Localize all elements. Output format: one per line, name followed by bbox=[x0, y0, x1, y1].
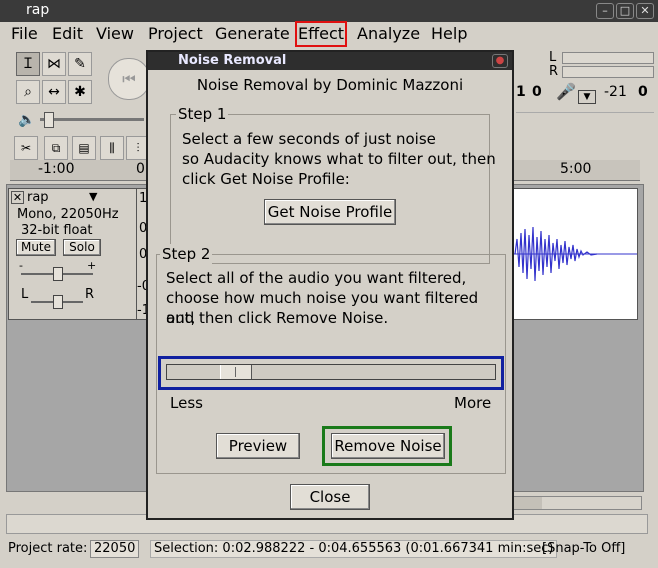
preview-button[interactable]: Preview bbox=[216, 433, 300, 459]
menu-help[interactable]: Help bbox=[431, 24, 467, 44]
step2-text-line: Select all of the audio you want filtere… bbox=[166, 269, 467, 287]
snap-status: [Snap-To Off] bbox=[542, 541, 626, 556]
pan-left-label: L bbox=[21, 287, 29, 302]
menu-bar: File Edit View Project Generate Effect A… bbox=[0, 21, 658, 47]
slider-more-label: More bbox=[454, 394, 492, 412]
close-button[interactable]: Close bbox=[290, 484, 370, 510]
step2-label: Step 2 bbox=[160, 244, 213, 264]
ruler-tick: -1:00 bbox=[38, 161, 75, 177]
zoom-tool-icon[interactable]: ⌕ bbox=[16, 80, 40, 104]
noise-removal-dialog: Noise Removal ● Noise Removal by Dominic… bbox=[146, 50, 514, 520]
close-icon[interactable]: ✕ bbox=[636, 3, 654, 19]
ruler-tick: 5:00 bbox=[560, 161, 592, 177]
slider-less-label: Less bbox=[170, 394, 203, 412]
meter-l-label: L bbox=[549, 50, 557, 65]
meter-left-value-2: 0 bbox=[532, 84, 542, 100]
track-menu-chevron-icon[interactable]: ▼ bbox=[89, 190, 97, 203]
scrollbar-thumb[interactable] bbox=[511, 497, 542, 509]
meter-toolbar: 1 0 L R 🎤 ▼ -21 0 bbox=[516, 50, 654, 110]
gain-slider-thumb[interactable] bbox=[53, 267, 63, 281]
menu-generate[interactable]: Generate bbox=[215, 24, 290, 44]
selection-tool-icon[interactable]: Ｉ bbox=[16, 52, 40, 76]
timeshift-tool-icon[interactable]: ↔ bbox=[42, 80, 66, 104]
cut-icon[interactable]: ✂ bbox=[14, 136, 38, 160]
noise-reduction-slider[interactable] bbox=[166, 364, 496, 380]
toolbar-separator bbox=[516, 112, 654, 133]
step1-label: Step 1 bbox=[176, 104, 229, 124]
gain-plus-label: + bbox=[87, 259, 97, 272]
project-rate-field[interactable]: 22050 bbox=[90, 540, 140, 558]
step1-text-line: Select a few seconds of just noise bbox=[182, 130, 436, 148]
minimize-icon[interactable]: – bbox=[596, 3, 614, 19]
menu-effect[interactable]: Effect bbox=[294, 21, 348, 47]
dialog-heading: Noise Removal by Dominic Mazzoni bbox=[196, 76, 464, 94]
maximize-icon[interactable]: □ bbox=[616, 3, 634, 19]
window-title: rap bbox=[26, 2, 50, 18]
meter-r-label: R bbox=[549, 64, 559, 79]
ruler-tick: 0 bbox=[136, 161, 145, 177]
menu-edit[interactable]: Edit bbox=[52, 24, 83, 44]
selection-status: Selection: 0:02.988222 - 0:04.655563 (0:… bbox=[150, 540, 558, 558]
solo-button[interactable]: Solo bbox=[63, 239, 101, 256]
gain-minus-label: - bbox=[19, 259, 23, 272]
window-title-bar: rap – □ ✕ bbox=[0, 0, 658, 22]
menu-view[interactable]: View bbox=[96, 24, 134, 44]
mute-button[interactable]: Mute bbox=[16, 239, 56, 256]
get-noise-profile-button[interactable]: Get Noise Profile bbox=[264, 199, 396, 225]
menu-file[interactable]: File bbox=[11, 24, 38, 44]
noise-reduction-slider-thumb[interactable] bbox=[220, 365, 252, 379]
multi-tool-icon[interactable]: ✱ bbox=[68, 80, 92, 104]
track-info-format: Mono, 22050Hz bbox=[17, 207, 119, 222]
step1-text-line: so Audacity knows what to filter out, th… bbox=[182, 150, 496, 168]
meter-r-bar bbox=[562, 66, 654, 78]
meter-left-value: 1 bbox=[516, 84, 526, 100]
slider-grip bbox=[235, 367, 236, 377]
waveform[interactable] bbox=[500, 188, 638, 320]
play-volume-slider[interactable] bbox=[40, 118, 144, 121]
meter-right-value-2: 0 bbox=[638, 84, 648, 100]
waveform-graphic bbox=[501, 226, 637, 282]
step2-text-line: and then click Remove Noise. bbox=[166, 309, 389, 327]
track-control-panel: ✕ rap ▼ Mono, 22050Hz 32-bit float Mute … bbox=[8, 188, 138, 320]
play-volume-thumb[interactable] bbox=[44, 112, 54, 128]
track-close-icon[interactable]: ✕ bbox=[11, 191, 24, 204]
remove-noise-button[interactable]: Remove Noise bbox=[331, 433, 445, 459]
pan-right-label: R bbox=[85, 287, 95, 302]
status-bar: Project rate: 22050 Selection: 0:02.9882… bbox=[0, 536, 658, 568]
chevron-down-icon[interactable]: ▼ bbox=[578, 90, 596, 104]
dialog-title: Noise Removal bbox=[178, 53, 287, 68]
menu-project[interactable]: Project bbox=[148, 24, 203, 44]
microphone-icon[interactable]: 🎤 bbox=[556, 82, 576, 101]
project-rate-label: Project rate: bbox=[8, 541, 88, 556]
menu-analyze[interactable]: Analyze bbox=[357, 24, 420, 44]
track-info-bitdepth: 32-bit float bbox=[21, 223, 93, 238]
dialog-close-icon[interactable]: ● bbox=[492, 54, 508, 68]
dialog-title-bar: Noise Removal ● bbox=[148, 52, 512, 70]
volume-icon: 🔈 bbox=[18, 112, 36, 128]
meter-right-value: -21 bbox=[604, 84, 627, 100]
draw-tool-icon[interactable]: ✎ bbox=[68, 52, 92, 76]
skip-start-icon[interactable]: ⏮ bbox=[108, 58, 150, 100]
pan-slider-thumb[interactable] bbox=[53, 295, 63, 309]
copy-icon[interactable]: ⧉ bbox=[44, 136, 68, 160]
envelope-tool-icon[interactable]: ⋈ bbox=[42, 52, 66, 76]
paste-icon[interactable]: ▤ bbox=[72, 136, 96, 160]
trim-icon[interactable]: ⫼ bbox=[100, 136, 124, 160]
meter-l-bar bbox=[562, 52, 654, 64]
step1-text-line: click Get Noise Profile: bbox=[182, 170, 350, 188]
track-name[interactable]: rap bbox=[27, 190, 49, 205]
